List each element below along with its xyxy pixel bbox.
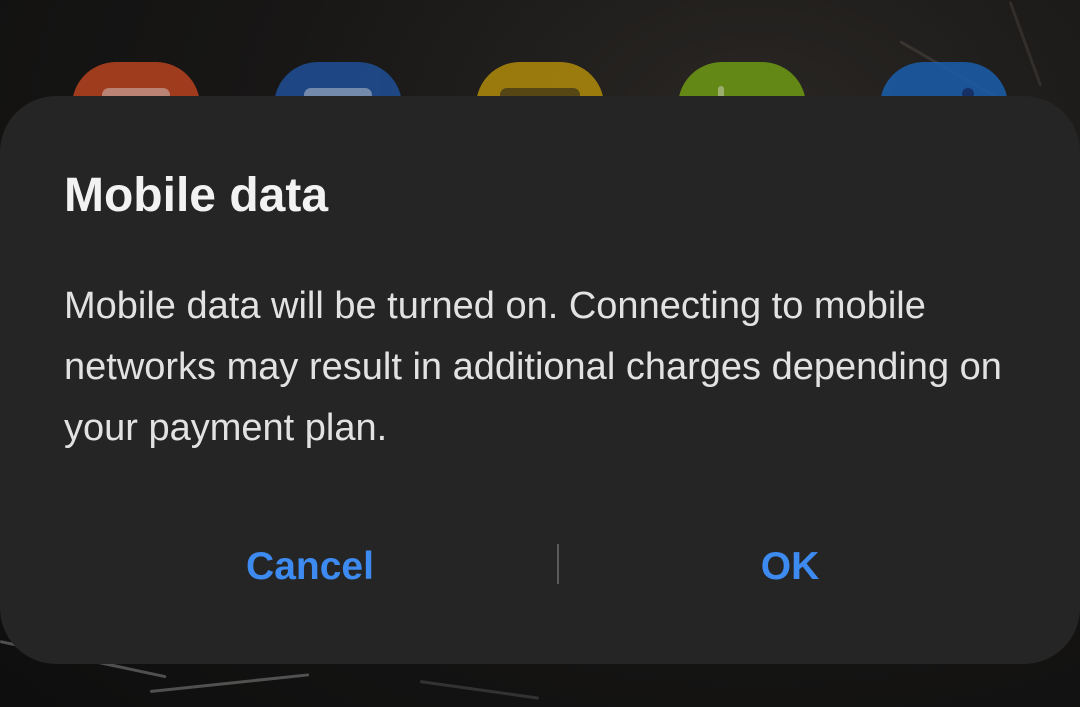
dialog-title: Mobile data bbox=[64, 169, 329, 222]
dialog-actions: Cancel OK bbox=[0, 530, 1080, 604]
phone-screen: Mobile data Mobile data will be turned o… bbox=[0, 0, 1080, 707]
wallpaper-streak bbox=[1008, 0, 1043, 87]
wallpaper-streak bbox=[149, 673, 310, 693]
dialog-message: Mobile data will be turned on. Connectin… bbox=[64, 285, 1002, 449]
ok-button[interactable]: OK bbox=[540, 530, 1040, 604]
cancel-button[interactable]: Cancel bbox=[60, 530, 560, 604]
wallpaper-streak bbox=[419, 680, 540, 700]
